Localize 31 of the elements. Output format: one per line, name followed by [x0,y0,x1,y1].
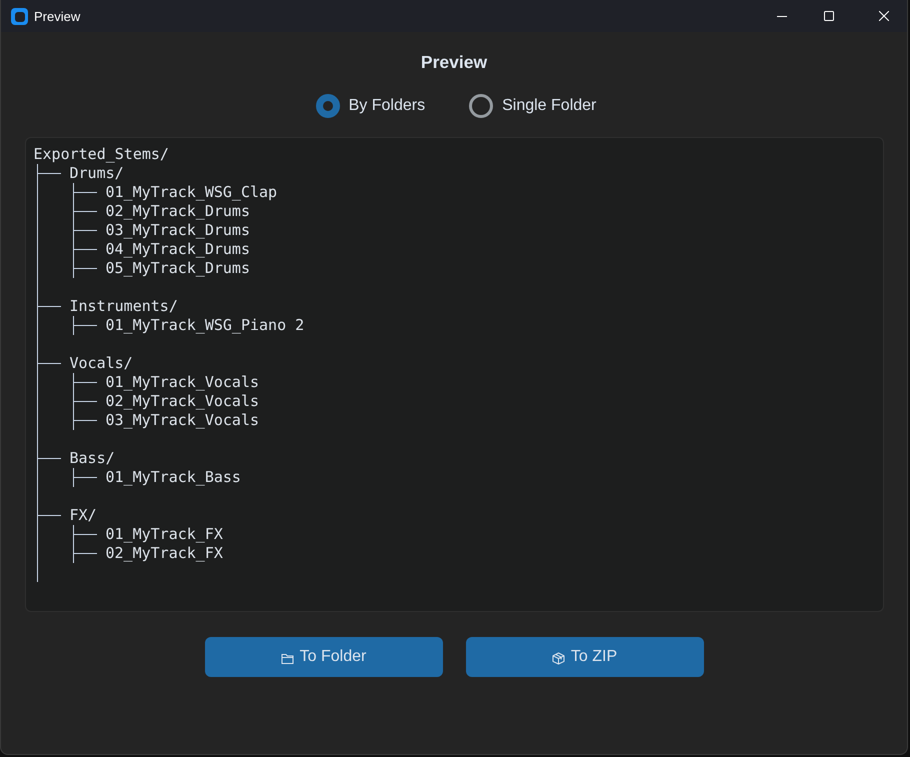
file-name: 05_MyTrack_Drums [106,259,250,278]
radio-option[interactable]: By Folders [316,94,426,118]
dialog-heading: Preview [420,51,488,73]
root-folder-name: Exported_Stems/ [34,145,169,164]
radio-icon[interactable] [316,94,340,118]
folder-icon [280,652,294,665]
folder-name: Instruments/ [70,297,178,316]
file-name: 01_MyTrack_Bass [106,468,241,487]
file-name: 03_MyTrack_Drums [106,221,250,240]
file-name: 01_MyTrack_FX [106,525,223,544]
file-name: 02_MyTrack_Drums [106,202,250,221]
package-icon [552,652,565,665]
file-name: 01_MyTrack_WSG_Clap [106,183,278,202]
close-icon[interactable] [879,11,889,21]
file-name: 01_MyTrack_WSG_Piano 2 [106,316,304,335]
folder-name: FX/ [70,506,97,525]
folder-name: Drums/ [70,164,124,183]
folder-export-button[interactable]: To Folder [204,637,442,677]
app-icon [11,8,28,24]
folder-name: Bass/ [70,449,115,468]
file-name: 02_MyTrack_Vocals [106,392,260,411]
window-title: Preview [34,8,80,24]
zip-export-button[interactable]: To ZIP [466,637,704,677]
file-name: 04_MyTrack_Drums [106,240,250,259]
file-name: 02_MyTrack_FX [106,544,223,563]
maximize-icon[interactable] [824,11,834,21]
file-name: 03_MyTrack_Vocals [106,411,260,430]
radio-icon[interactable] [469,94,494,118]
radio-option[interactable]: Single Folder [469,94,596,118]
folder-name: Vocals/ [70,354,133,373]
file-name: 01_MyTrack_Vocals [106,373,260,392]
